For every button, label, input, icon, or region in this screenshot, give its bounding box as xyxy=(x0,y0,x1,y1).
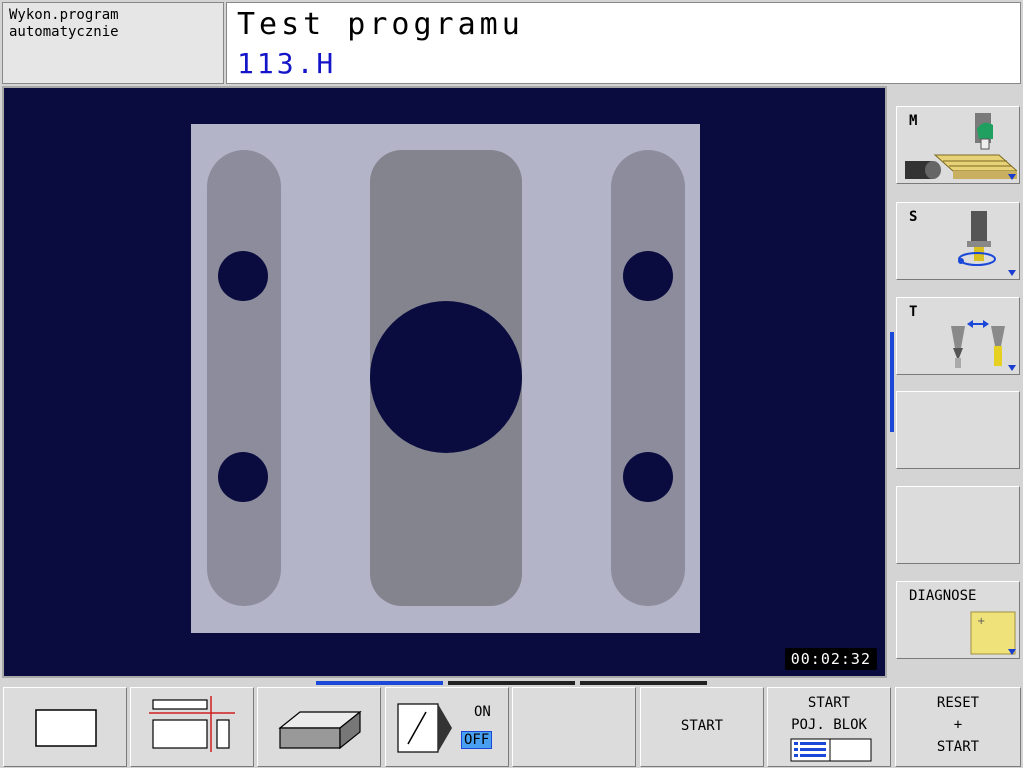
spindle-icon xyxy=(958,211,996,266)
hole-top-right xyxy=(623,251,673,301)
hole-top-left xyxy=(218,251,268,301)
chevron-down-icon xyxy=(1008,365,1016,371)
operating-mode-box: Wykon.program automatycznie xyxy=(2,2,224,84)
program-file-name: 113.H xyxy=(237,47,337,80)
right-slot-pocket xyxy=(611,150,685,606)
program-header: Test programu 113.H xyxy=(226,2,1021,84)
page-title: Test programu xyxy=(237,7,524,42)
softkey-start-single-block[interactable]: START POJ. BLOK xyxy=(767,687,891,767)
reset-label-line2: + xyxy=(953,717,963,733)
block-skip-icon xyxy=(397,703,452,753)
softkey-empty-5[interactable] xyxy=(896,486,1020,564)
softkey-plan-view[interactable] xyxy=(3,687,127,767)
softkey-empty-4[interactable] xyxy=(896,391,1020,469)
svg-text:+: + xyxy=(977,616,985,627)
single-block-icon xyxy=(790,738,872,762)
3d-block-icon xyxy=(278,710,362,750)
softkey-page-indicator xyxy=(580,681,707,685)
start-single-label-line1: START xyxy=(807,695,851,711)
chevron-down-icon xyxy=(1008,649,1016,655)
softkey-reset-start[interactable]: RESET + START xyxy=(895,687,1021,767)
left-slot-pocket xyxy=(207,150,281,606)
start-single-label-line2: POJ. BLOK xyxy=(791,717,867,733)
chevron-down-icon xyxy=(1008,270,1016,276)
start-label: START xyxy=(680,718,724,734)
mode-label-line2: automatycznie xyxy=(9,24,119,40)
softkey-page-indicator-active xyxy=(316,681,443,685)
softkey-empty-bottom[interactable] xyxy=(512,687,636,767)
graphics-viewport[interactable]: 00:02:32 xyxy=(2,86,887,678)
softkey-3d-view[interactable] xyxy=(257,687,381,767)
plan-view-icon xyxy=(35,709,97,747)
softkey-page-indicator xyxy=(448,681,575,685)
softkey-start[interactable]: START xyxy=(640,687,764,767)
softkey-block-skip-toggle[interactable]: ON OFF xyxy=(385,687,509,767)
softkey-diagnose[interactable]: DIAGNOSE + xyxy=(896,581,1020,659)
softkey-s-spindle[interactable]: S xyxy=(896,202,1020,280)
center-bore xyxy=(370,301,522,453)
softkey-m-functions[interactable]: M xyxy=(896,106,1020,184)
workpiece-simulation xyxy=(191,124,700,633)
chevron-down-icon xyxy=(1008,174,1016,180)
hole-bottom-right xyxy=(623,452,673,502)
reset-label-line3: START xyxy=(936,739,980,755)
toggle-on-label: ON xyxy=(474,704,491,720)
softkey-three-planes[interactable] xyxy=(130,687,254,767)
machine-table-icon xyxy=(905,113,1017,179)
three-planes-icon xyxy=(149,696,235,752)
softkey-scroll-indicator xyxy=(890,332,894,432)
softkey-t-tool[interactable]: T xyxy=(896,297,1020,375)
tool-change-icon xyxy=(951,320,1005,368)
softkey-diagnose-label: DIAGNOSE xyxy=(909,588,977,604)
reset-label-line1: RESET xyxy=(936,695,980,711)
toggle-off-label: OFF xyxy=(461,731,493,749)
hole-bottom-left xyxy=(218,452,268,502)
run-timer: 00:02:32 xyxy=(784,648,877,670)
mode-label-line1: Wykon.program xyxy=(9,7,119,23)
